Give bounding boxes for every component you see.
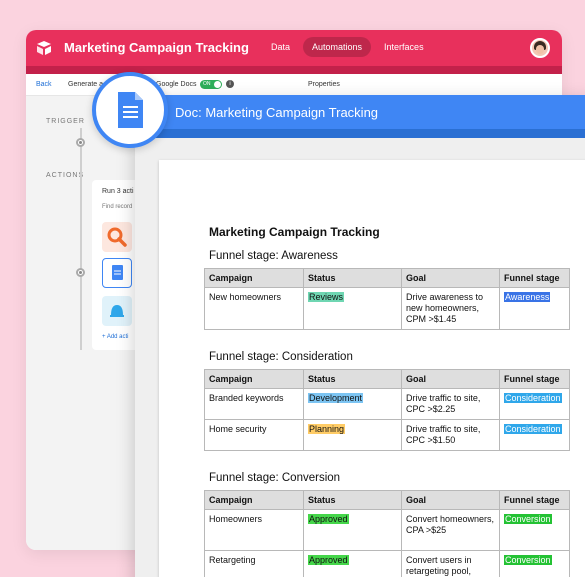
col-campaign: Campaign: [204, 268, 304, 288]
properties-label: Properties: [308, 81, 340, 88]
table-header-row: Campaign Status Goal Funnel stage: [204, 490, 570, 510]
col-campaign: Campaign: [204, 490, 304, 510]
enable-toggle[interactable]: ON: [200, 80, 222, 89]
table-header-row: Campaign Status Goal Funnel stage: [204, 369, 570, 389]
google-docs-icon: [118, 92, 143, 128]
col-goal: Goal: [401, 369, 500, 389]
doc-page-title: Marketing Campaign Tracking: [209, 225, 380, 239]
table-header-row: Campaign Status Goal Funnel stage: [204, 268, 570, 288]
stage-highlight: Conversion: [504, 514, 552, 524]
section-title-conversion: Funnel stage: Conversion: [209, 472, 341, 484]
awareness-table: Campaign Status Goal Funnel stage New ho…: [204, 268, 570, 330]
doc-header-stripe: [135, 129, 585, 138]
status-highlight: Reviews: [308, 292, 345, 302]
doc-header: Doc: Marketing Campaign Tracking: [135, 95, 585, 129]
user-avatar[interactable]: [530, 38, 550, 58]
top-bar: Marketing Campaign Tracking Data Automat…: [26, 30, 562, 66]
stage-cell: Conversion: [499, 550, 570, 577]
col-status: Status: [303, 268, 402, 288]
status-highlight: Development: [308, 393, 364, 403]
search-icon: [107, 227, 127, 247]
nav-automations[interactable]: Automations: [303, 37, 372, 57]
stage-cell: Awareness: [499, 287, 570, 330]
back-link[interactable]: Back: [36, 81, 52, 88]
docs-action-tile[interactable]: [102, 258, 132, 288]
find-records-text: Find record: [102, 204, 133, 210]
stage-highlight: Consideration: [504, 424, 562, 434]
col-funnel-stage: Funnel stage: [499, 490, 570, 510]
status-highlight: Approved: [308, 555, 349, 565]
campaign-cell: Home security: [204, 419, 304, 451]
stage-highlight: Consideration: [504, 393, 562, 403]
goal-cell: Drive awareness to new homeowners, CPM >…: [401, 287, 500, 330]
table-row: Retargeting Approved Convert users in re…: [204, 550, 570, 577]
action-node-dot[interactable]: [76, 268, 85, 277]
timeline-line: [80, 128, 82, 350]
status-cell: Approved: [303, 550, 402, 577]
goal-cell: Drive traffic to site, CPC >$1.50: [401, 419, 500, 451]
col-goal: Goal: [401, 268, 500, 288]
table-row: Branded keywords Development Drive traff…: [204, 388, 570, 420]
campaign-cell: Retargeting: [204, 550, 304, 577]
trigger-node-dot[interactable]: [76, 138, 85, 147]
table-row: New homeowners Reviews Drive awareness t…: [204, 287, 570, 330]
stage-highlight: Conversion: [504, 555, 552, 565]
section-title-consideration: Funnel stage: Consideration: [209, 351, 353, 363]
col-funnel-stage: Funnel stage: [499, 369, 570, 389]
status-highlight: Approved: [308, 514, 349, 524]
campaign-cell: Homeowners: [204, 509, 304, 551]
status-highlight: Planning: [308, 424, 346, 434]
col-goal: Goal: [401, 490, 500, 510]
slack-action-tile[interactable]: [102, 296, 132, 326]
status-cell: Reviews: [303, 287, 402, 330]
info-icon[interactable]: i: [226, 80, 234, 88]
top-bar-shadow: [26, 66, 562, 74]
trigger-label: TRIGGER: [46, 118, 85, 125]
top-nav: Data Automations Interfaces: [262, 37, 433, 57]
slack-bell-icon: [110, 305, 124, 317]
stage-cell: Conversion: [499, 509, 570, 551]
goal-cell: Drive traffic to site, CPC >$2.25: [401, 388, 500, 420]
add-action-link[interactable]: + Add acti: [102, 334, 129, 340]
table-row: Home security Planning Drive traffic to …: [204, 419, 570, 451]
google-docs-badge: [92, 72, 168, 148]
stage-cell: Consideration: [499, 388, 570, 420]
airtable-logo-icon: [37, 41, 51, 55]
consideration-table: Campaign Status Goal Funnel stage Brande…: [204, 369, 570, 451]
col-status: Status: [303, 490, 402, 510]
table-row: Homeowners Approved Convert homeowners, …: [204, 509, 570, 551]
app-title: Marketing Campaign Tracking: [64, 40, 249, 55]
actions-label: ACTIONS: [46, 172, 85, 179]
stage-highlight: Awareness: [504, 292, 551, 302]
doc-header-title: Doc: Marketing Campaign Tracking: [175, 105, 379, 120]
stage-cell: Consideration: [499, 419, 570, 451]
section-title-awareness: Funnel stage: Awareness: [209, 250, 338, 262]
campaign-cell: Branded keywords: [204, 388, 304, 420]
nav-interfaces[interactable]: Interfaces: [375, 37, 433, 57]
status-cell: Planning: [303, 419, 402, 451]
status-cell: Development: [303, 388, 402, 420]
col-status: Status: [303, 369, 402, 389]
run-actions-title: Run 3 acti: [102, 188, 134, 195]
goal-cell: Convert users in retargeting pool,: [401, 550, 500, 577]
campaign-cell: New homeowners: [204, 287, 304, 330]
col-funnel-stage: Funnel stage: [499, 268, 570, 288]
status-cell: Approved: [303, 509, 402, 551]
nav-data[interactable]: Data: [262, 37, 299, 57]
google-docs-icon: [112, 265, 123, 280]
find-action-tile[interactable]: [102, 222, 132, 252]
goal-cell: Convert homeowners, CPA >$25: [401, 509, 500, 551]
col-campaign: Campaign: [204, 369, 304, 389]
conversion-table: Campaign Status Goal Funnel stage Homeow…: [204, 490, 570, 577]
